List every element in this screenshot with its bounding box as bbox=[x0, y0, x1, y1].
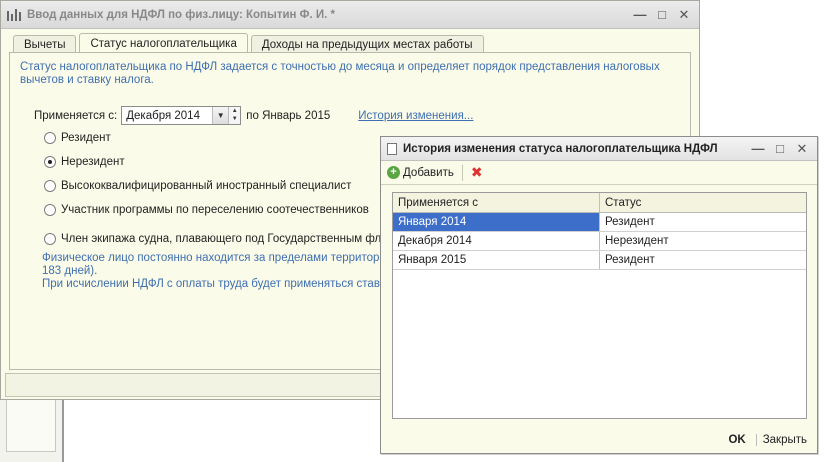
column-header-status[interactable]: Статус bbox=[600, 193, 806, 212]
cell-date[interactable]: Января 2014 bbox=[393, 213, 600, 231]
dialog-title: История изменения статуса налогоплательщ… bbox=[403, 142, 718, 155]
applies-label: Применяется с: bbox=[34, 109, 118, 122]
close-icon[interactable]: ✕ bbox=[673, 7, 695, 23]
history-link[interactable]: История изменения... bbox=[358, 110, 473, 122]
dialog-titlebar: История изменения статуса налогоплательщ… bbox=[381, 137, 817, 161]
chevron-down-icon[interactable]: ▼ bbox=[212, 107, 229, 124]
delete-icon[interactable]: ✖ bbox=[471, 164, 483, 181]
radio-circle[interactable] bbox=[44, 204, 56, 216]
radio-nonresident[interactable]: Нерезидент bbox=[44, 156, 125, 168]
cell-date[interactable]: Декабря 2014 bbox=[393, 232, 600, 250]
minimize-icon[interactable]: — bbox=[747, 141, 769, 157]
applies-date-field[interactable]: Декабря 2014 ▼ ▲ ▼ bbox=[121, 106, 242, 125]
close-icon[interactable]: ✕ bbox=[791, 141, 813, 157]
dialog-toolbar: + Добавить ✖ bbox=[381, 161, 817, 185]
status-description: Статус налогоплательщика по НДФЛ задаетс… bbox=[20, 61, 660, 86]
note-line: 183 дней). bbox=[42, 265, 98, 277]
ok-button[interactable]: OK bbox=[728, 434, 745, 446]
status-history-dialog: История изменения статуса налогоплательщ… bbox=[380, 136, 818, 454]
close-button[interactable]: Закрыть bbox=[755, 434, 807, 446]
background-window bbox=[0, 398, 64, 462]
applies-to-label: по Январь 2015 bbox=[246, 109, 331, 122]
tab-deductions[interactable]: Вычеты bbox=[13, 35, 77, 53]
radio-circle[interactable] bbox=[44, 132, 56, 144]
radio-label: Нерезидент bbox=[61, 156, 125, 168]
maximize-icon[interactable]: □ bbox=[651, 7, 673, 23]
applies-date-value: Декабря 2014 bbox=[126, 109, 200, 122]
maximize-icon[interactable]: □ bbox=[769, 141, 791, 157]
applies-row: Применяется с: Декабря 2014 ▼ ▲ ▼ по Янва… bbox=[34, 106, 473, 125]
cell-status[interactable]: Резидент bbox=[600, 251, 806, 269]
tab-taxpayer-status[interactable]: Статус налогоплательщика bbox=[79, 33, 248, 53]
document-icon bbox=[387, 142, 397, 155]
radio-label: Член экипажа судна, плавающего под Госуд… bbox=[61, 233, 398, 245]
app-icon bbox=[7, 8, 21, 21]
background-window-panel bbox=[6, 398, 56, 452]
note-line: При исчислении НДФЛ с оплаты труда будет… bbox=[42, 278, 392, 290]
add-button-label: Добавить bbox=[403, 166, 454, 179]
history-table: Применяется с Статус Января 2014 Резиден… bbox=[392, 192, 807, 419]
note-line: Физическое лицо постоянно находится за п… bbox=[42, 252, 386, 264]
cell-status[interactable]: Резидент bbox=[600, 213, 806, 231]
radio-label: Высококвалифицированный иностранный спец… bbox=[61, 180, 352, 192]
radio-resident[interactable]: Резидент bbox=[44, 132, 111, 144]
tab-previous-income[interactable]: Доходы на предыдущих местах работы bbox=[250, 35, 484, 53]
table-row[interactable]: Декабря 2014 Нерезидент bbox=[393, 232, 806, 251]
tab-bar: Вычеты Статус налогоплательщика Доходы н… bbox=[13, 33, 487, 53]
radio-resettlement[interactable]: Участник программы по переселению соотеч… bbox=[44, 204, 369, 216]
table-row[interactable]: Января 2014 Резидент bbox=[393, 213, 806, 232]
radio-highly-qualified[interactable]: Высококвалифицированный иностранный спец… bbox=[44, 180, 351, 192]
status-note: Физическое лицо постоянно находится за п… bbox=[42, 252, 402, 291]
add-button[interactable]: + Добавить bbox=[387, 166, 454, 179]
radio-circle[interactable] bbox=[44, 180, 56, 192]
spin-buttons[interactable]: ▲ ▼ bbox=[228, 107, 241, 124]
dialog-footer: OK Закрыть bbox=[381, 427, 817, 453]
plus-icon: + bbox=[387, 166, 400, 179]
spin-down-icon[interactable]: ▼ bbox=[229, 115, 240, 123]
radio-label: Резидент bbox=[61, 132, 111, 144]
table-row[interactable]: Января 2015 Резидент bbox=[393, 251, 806, 270]
main-window-title: Ввод данных для НДФЛ по физ.лицу: Копыти… bbox=[27, 8, 336, 21]
cell-date[interactable]: Января 2015 bbox=[393, 251, 600, 269]
main-titlebar: Ввод данных для НДФЛ по физ.лицу: Копыти… bbox=[1, 1, 699, 29]
table-header: Применяется с Статус bbox=[393, 193, 806, 213]
column-header-date[interactable]: Применяется с bbox=[393, 193, 600, 212]
radio-label: Участник программы по переселению соотеч… bbox=[61, 204, 369, 216]
spin-up-icon[interactable]: ▲ bbox=[229, 107, 240, 115]
radio-circle[interactable] bbox=[44, 156, 56, 168]
cell-status[interactable]: Нерезидент bbox=[600, 232, 806, 250]
radio-circle[interactable] bbox=[44, 233, 56, 245]
toolbar-separator bbox=[461, 164, 463, 181]
radio-ship-crew[interactable]: Член экипажа судна, плавающего под Госуд… bbox=[44, 233, 398, 245]
minimize-icon[interactable]: — bbox=[629, 7, 651, 23]
